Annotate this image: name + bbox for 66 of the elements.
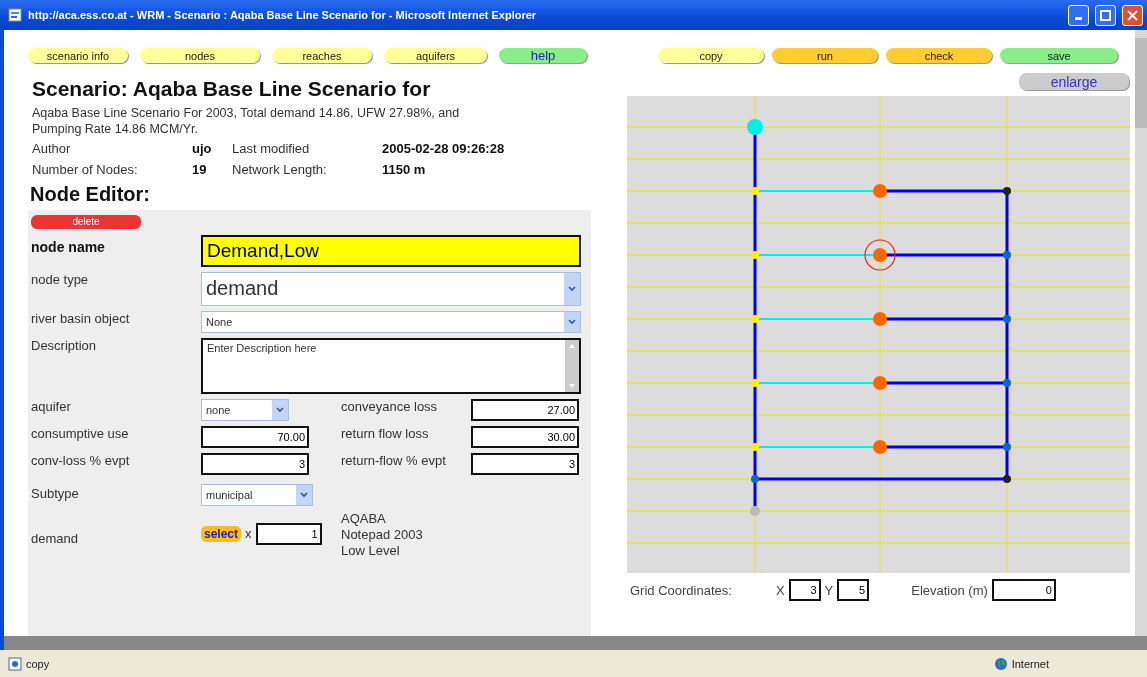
return-flow-evpt-field[interactable]: 3 [471, 452, 579, 475]
field-label: conv-loss % evpt [31, 452, 131, 468]
select-button[interactable]: select [201, 525, 242, 542]
field-label: Subtype [31, 484, 80, 501]
action-button[interactable]: run [772, 48, 878, 63]
action-button[interactable]: copy [658, 48, 764, 63]
fact-label: Network Length: [232, 162, 328, 177]
grid-coordinates-label: Grid Coordinates: [630, 582, 732, 598]
demand-series-name: AQABA Notepad 2003 Low Level [341, 510, 424, 559]
horizontal-scrollbar[interactable] [0, 636, 1147, 650]
fact-value: 1150 m [382, 162, 427, 177]
section-heading: Node Editor: [30, 183, 151, 206]
page-icon [8, 656, 22, 671]
node-type-dropdown[interactable]: demand [201, 271, 581, 306]
fact-value: 2005-02-28 09:26:28 [382, 141, 506, 156]
close-button[interactable] [1122, 4, 1143, 26]
field-label: aquifer [31, 398, 72, 414]
conveyance-loss-field[interactable]: 27.00 [471, 398, 579, 421]
fact-value: ujo [192, 141, 213, 156]
action-button[interactable]: check [886, 48, 992, 63]
globe-icon [993, 656, 1008, 671]
action-button[interactable]: save [1000, 48, 1118, 63]
field-label: demand [31, 529, 79, 546]
vertical-scrollbar[interactable] [1135, 30, 1147, 636]
maximize-button[interactable] [1095, 4, 1116, 26]
scenario-title: Scenario: Aqaba Base Line Scenario for [32, 77, 432, 101]
x-coordinate-field[interactable]: 3 [788, 579, 821, 601]
page-icon [8, 8, 22, 22]
fact-label: Last modified [232, 141, 311, 156]
multiplier-label: x [245, 526, 252, 541]
aquifer-dropdown[interactable]: none [201, 398, 289, 421]
scenario-description: Aqaba Base Line Scenario For 2003, Total demand 14.86, UFW 27.98%, and Pumping Rate 14.86 MCM/Yr. [32, 105, 461, 137]
river-basin-dropdown[interactable]: None [201, 310, 581, 333]
y-label: Y [824, 582, 834, 598]
security-zone: Internet [1011, 657, 1049, 670]
conv-loss-evpt-field[interactable]: 3 [201, 452, 309, 475]
y-coordinate-field[interactable]: 5 [837, 579, 870, 601]
elevation-label: Elevation (m) [911, 582, 988, 598]
close-icon [1127, 9, 1138, 21]
network-drawing[interactable] [627, 96, 1130, 573]
field-label: Description [31, 337, 98, 353]
fact-label: Number of Nodes: [32, 162, 139, 177]
maximize-icon [1100, 9, 1111, 21]
field-label: consumptive use [31, 425, 130, 441]
minimize-button[interactable] [1068, 4, 1089, 26]
elevation-field[interactable]: 0 [991, 579, 1056, 601]
window-title: http://aca.ess.co.at - WRM - Scenario : Aqaba Base Line Scenario for - Microsoft Internet Explorer [28, 9, 538, 21]
return-flow-loss-field[interactable]: 30.00 [471, 425, 579, 448]
status-text: copy [26, 657, 50, 670]
field-label: conveyance loss [341, 398, 439, 414]
fact-value: 19 [192, 162, 208, 177]
node-name-field[interactable]: Demand,Low [201, 234, 581, 267]
multiplier-field[interactable]: 1 [255, 522, 322, 545]
fact-label: Author [32, 141, 72, 156]
subtype-dropdown[interactable]: municipal [201, 483, 313, 506]
x-label: X [775, 582, 785, 598]
field-label: return flow loss [341, 425, 430, 441]
delete-button[interactable]: delete [31, 214, 141, 229]
description-field[interactable]: Enter Description here [201, 337, 581, 394]
field-label: return-flow % evpt [341, 452, 447, 468]
field-label: river basin object [31, 310, 131, 326]
consumptive-use-field[interactable]: 70.00 [201, 425, 309, 448]
minimize-icon [1075, 16, 1082, 20]
field-label: node type [31, 271, 90, 287]
field-label: node name [31, 237, 106, 255]
enlarge-button[interactable]: enlarge [1019, 73, 1129, 90]
